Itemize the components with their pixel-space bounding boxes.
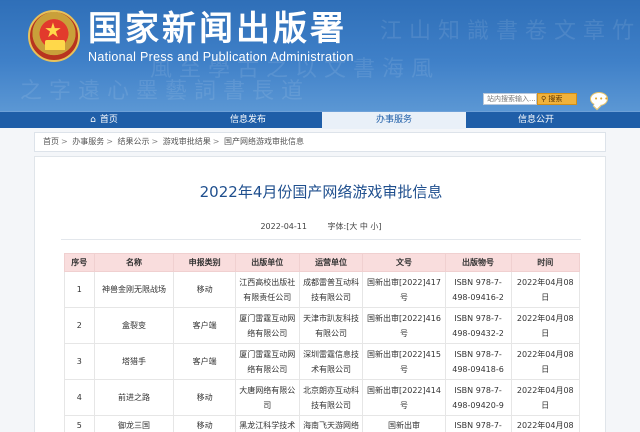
table-cell: 黑龙江科学技术出版 <box>234 415 300 432</box>
table-cell: 移动 <box>173 379 236 416</box>
table-cell: 御龙三国 <box>93 415 175 432</box>
calligraphy-decoration: 江 山 知 識 書 卷 文 章 竹 <box>380 19 634 44</box>
table-cell: 北京朗亦互动科技有限公司 <box>298 379 364 416</box>
table-cell: 前进之路 <box>93 379 175 416</box>
article-title: 2022年4月份国产网络游戏审批信息 <box>199 183 443 201</box>
breadcrumb-item[interactable]: 办事服务 <box>72 137 104 146</box>
article-meta: 2022-04-11 字体:[大 中 小] <box>35 221 607 232</box>
column-header: 名称 <box>93 253 175 272</box>
table-cell: 国新出审 <box>362 415 446 432</box>
table-cell: 盒裂变 <box>93 307 175 344</box>
table-cell: 厦门雷霆互动网络有限公司 <box>234 307 300 344</box>
nav-label: 首页 <box>99 115 118 125</box>
table-cell: ISBN 978-7-498-09432-2 <box>444 307 512 344</box>
table-cell: 移动 <box>173 415 236 432</box>
table-cell: 2022年04月08日 <box>510 307 581 344</box>
nav-item-info-public[interactable]: 信息公开 <box>466 112 606 129</box>
table-cell: 国新出审[2022]414号 <box>362 379 446 416</box>
breadcrumb-separator: > <box>212 137 220 146</box>
table-cell: 天津市趴友科技有限公司 <box>298 307 364 344</box>
publish-date: 2022-04-11 <box>260 222 307 231</box>
table-cell: ISBN 978-7-498-09418-6 <box>444 343 512 380</box>
table-cell: 3 <box>64 343 95 380</box>
national-emblem-logo[interactable]: ★ <box>28 10 80 62</box>
table-cell: 成都雷普互动科技有限公司 <box>298 271 364 308</box>
star-icon: ★ <box>44 18 62 42</box>
nav-item-home[interactable]: ⌂ 首页 <box>34 112 174 129</box>
breadcrumb-separator: > <box>106 137 113 146</box>
table-row: 2 盒裂变 客户端 厦门雷霆互动网络有限公司 天津市趴友科技有限公司 国新出审[2022]… <box>64 307 581 344</box>
breadcrumb-item[interactable]: 首页 <box>43 137 59 146</box>
breadcrumb-item[interactable]: 结果公示 <box>118 137 150 146</box>
table-cell: 客户端 <box>173 343 236 380</box>
table-cell: 5 <box>64 415 95 432</box>
font-size-control[interactable]: 字体:[大 中 小] <box>328 222 382 231</box>
chat-dots-icon: ••• <box>594 95 610 103</box>
column-header: 申报类别 <box>173 253 236 272</box>
table-cell: ISBN 978-7-498-09420-9 <box>444 379 512 416</box>
column-header: 时间 <box>510 253 581 272</box>
table-cell: 2022年04月08日 <box>510 343 581 380</box>
table-cell: 江西高校出版社有限责任公司 <box>234 271 300 308</box>
table-header-row: 序号 名称 申报类别 出版单位 运营单位 文号 出版物号 时间 <box>64 253 581 272</box>
table-cell: 2022年04月08日 <box>510 271 581 308</box>
column-header: 序号 <box>64 253 95 272</box>
site-title-en: National Press and Publication Administr… <box>88 50 354 64</box>
nav-item-info-release[interactable]: 信息发布 <box>178 112 318 129</box>
table-cell: 2 <box>64 307 95 344</box>
breadcrumb-item[interactable]: 国产网络游戏审批信息 <box>224 137 304 146</box>
table-cell: 2022年04月08日 <box>510 379 581 416</box>
table-cell: 1 <box>64 271 95 308</box>
site-title-cn[interactable]: 国家新闻出版署 <box>88 8 347 50</box>
table-cell: ISBN 978-7- <box>444 415 512 432</box>
table-cell: 深圳雷霆信息技术有限公司 <box>298 343 364 380</box>
column-header: 运营单位 <box>298 253 364 272</box>
column-header: 文号 <box>362 253 446 272</box>
table-cell: 大唐网络有限公司 <box>234 379 300 416</box>
table-row: 1 神兽金刚无限战场 移动 江西高校出版社有限责任公司 成都雷普互动科技有限公司 国新出审… <box>64 271 581 308</box>
article-panel: 2022年4月份国产网络游戏审批信息 2022-04-11 字体:[大 中 小]… <box>34 156 606 432</box>
breadcrumb-separator: > <box>151 137 159 146</box>
breadcrumb-item[interactable]: 游戏审批结果 <box>163 137 211 146</box>
table-cell: 厦门雷霆互动网络有限公司 <box>234 343 300 380</box>
column-header: 出版单位 <box>234 253 300 272</box>
table-cell: 塔猎手 <box>93 343 175 380</box>
search-button[interactable]: ⚲ 搜索 <box>537 93 577 105</box>
breadcrumb: 首页 > 办事服务 > 结果公示 > 游戏审批结果 > 国产网络游戏审批信息 <box>34 132 606 152</box>
nav-label: 办事服务 <box>375 115 412 125</box>
table-cell: 国新出审[2022]415号 <box>362 343 446 380</box>
calligraphy-decoration: 之 字 遠 心 墨 藝 詞 書 長 道 <box>20 79 303 104</box>
search-button-label: 搜索 <box>548 95 563 103</box>
search-icon: ⚲ <box>541 95 547 103</box>
table-cell: 国新出审[2022]417号 <box>362 271 446 308</box>
table-cell: 国新出审[2022]416号 <box>362 307 446 344</box>
table-cell: 4 <box>64 379 95 416</box>
home-icon: ⌂ <box>90 115 96 125</box>
table-row: 3 塔猎手 客户端 厦门雷霆互动网络有限公司 深圳雷霆信息技术有限公司 国新出审[2022… <box>64 343 581 380</box>
search-input[interactable]: 站内搜索输入... <box>483 93 537 105</box>
table-row: 5御龙三国移动黑龙江科学技术出版海南飞天游网络科技国新出审ISBN 978-7-… <box>64 415 581 432</box>
nav-label: 信息发布 <box>229 115 266 125</box>
table-cell: ISBN 978-7-498-09416-2 <box>444 271 512 308</box>
breadcrumb-separator: > <box>61 137 68 146</box>
divider <box>61 239 581 240</box>
table-cell: 2022年04月08日 <box>510 415 581 432</box>
tiananmen-icon <box>45 40 65 50</box>
table-cell: 神兽金刚无限战场 <box>93 271 175 308</box>
table-cell: 客户端 <box>173 307 236 344</box>
table-cell: 移动 <box>173 271 236 308</box>
nav-item-services[interactable]: 办事服务 <box>322 112 466 129</box>
site-header: 風 至 學 古 之 以 文 書 海 風 之 字 遠 心 墨 藝 詞 書 長 道 … <box>0 0 640 111</box>
chat-bubble-icon[interactable]: ••• <box>590 92 608 106</box>
table-row: 4 前进之路 移动 大唐网络有限公司 北京朗亦互动科技有限公司 国新出审[2022]414… <box>64 379 581 416</box>
main-nav: ⌂ 首页 信息发布 办事服务 信息公开 <box>0 111 640 129</box>
nav-label: 信息公开 <box>517 115 554 125</box>
approval-table: 序号 名称 申报类别 出版单位 运营单位 文号 出版物号 时间 1 神兽金刚无限战… <box>64 253 581 432</box>
table-cell: 海南飞天游网络科技 <box>298 415 364 432</box>
column-header: 出版物号 <box>444 253 512 272</box>
